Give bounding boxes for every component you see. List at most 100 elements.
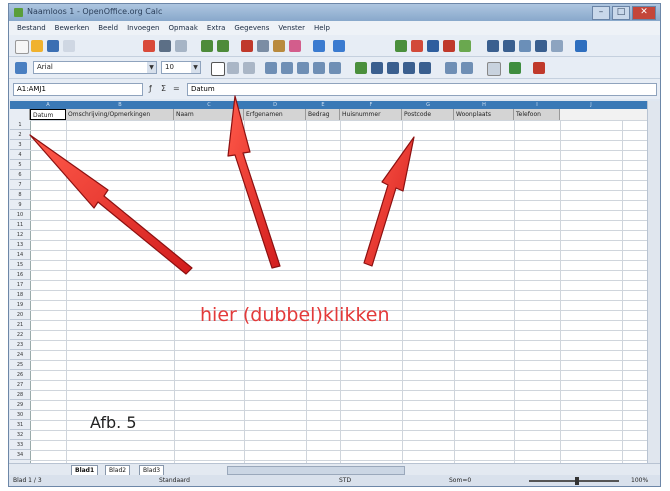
- row-number[interactable]: 1: [10, 120, 30, 130]
- column-header[interactable]: E: [306, 101, 340, 109]
- align-left-icon[interactable]: [265, 62, 277, 74]
- row-number[interactable]: 24: [10, 350, 30, 360]
- minimize-button[interactable]: –: [592, 6, 610, 20]
- percent-format-icon[interactable]: [371, 62, 383, 74]
- field-cell-huisnummer[interactable]: Huisnummer: [340, 109, 402, 120]
- column-header[interactable]: G: [402, 101, 454, 109]
- equals-icon[interactable]: =: [173, 84, 180, 93]
- menu-insert[interactable]: Invoegen: [127, 21, 159, 35]
- name-box[interactable]: A1:AMJ1: [13, 83, 143, 96]
- navigator-icon[interactable]: [503, 40, 515, 52]
- row-number[interactable]: 26: [10, 370, 30, 380]
- vertical-scrollbar[interactable]: [647, 101, 660, 463]
- draw-functions-icon[interactable]: [459, 40, 471, 52]
- cut-icon[interactable]: [241, 40, 253, 52]
- row-number[interactable]: 21: [10, 320, 30, 330]
- row-number[interactable]: 3: [10, 140, 30, 150]
- zoom-slider[interactable]: [529, 480, 619, 482]
- field-cell-naam[interactable]: Naam: [174, 109, 244, 120]
- row-number[interactable]: 33: [10, 440, 30, 450]
- column-header[interactable]: H: [454, 101, 514, 109]
- export-pdf-icon[interactable]: [143, 40, 155, 52]
- italic-icon[interactable]: [227, 62, 239, 74]
- row-number[interactable]: 22: [10, 330, 30, 340]
- align-center-icon[interactable]: [281, 62, 293, 74]
- email-icon[interactable]: [63, 40, 75, 52]
- align-right-icon[interactable]: [297, 62, 309, 74]
- borders-icon[interactable]: [487, 62, 501, 76]
- row-number[interactable]: 19: [10, 300, 30, 310]
- chevron-down-icon[interactable]: ▼: [191, 62, 200, 73]
- open-folder-icon[interactable]: [31, 40, 43, 52]
- row-number[interactable]: 25: [10, 360, 30, 370]
- close-button[interactable]: ✕: [632, 6, 656, 20]
- row-number[interactable]: 8: [10, 190, 30, 200]
- menu-file[interactable]: Bestand: [17, 21, 46, 35]
- spellcheck-icon[interactable]: [201, 40, 213, 52]
- help-icon[interactable]: [575, 40, 587, 52]
- formula-input[interactable]: Datum: [187, 83, 657, 96]
- column-header[interactable]: J: [560, 101, 622, 109]
- autospellcheck-icon[interactable]: [217, 40, 229, 52]
- sum-icon[interactable]: Σ: [161, 84, 166, 93]
- merge-cells-icon[interactable]: [329, 62, 341, 74]
- row-number[interactable]: 18: [10, 290, 30, 300]
- background-color-icon[interactable]: [509, 62, 521, 74]
- currency-format-icon[interactable]: [355, 62, 367, 74]
- decrease-indent-icon[interactable]: [445, 62, 457, 74]
- horizontal-scrollbar[interactable]: [227, 466, 405, 475]
- paste-icon[interactable]: [273, 40, 285, 52]
- menu-tools[interactable]: Extra: [207, 21, 225, 35]
- justify-icon[interactable]: [313, 62, 325, 74]
- new-document-icon[interactable]: [15, 40, 29, 54]
- row-number[interactable]: 4: [10, 150, 30, 160]
- row-number[interactable]: 16: [10, 270, 30, 280]
- status-zoom[interactable]: 100%: [631, 476, 648, 486]
- maximize-button[interactable]: □: [612, 6, 630, 20]
- row-number[interactable]: 27: [10, 380, 30, 390]
- row-number[interactable]: 34: [10, 450, 30, 460]
- row-number[interactable]: 20: [10, 310, 30, 320]
- undo-icon[interactable]: [313, 40, 325, 52]
- menu-data[interactable]: Gegevens: [234, 21, 269, 35]
- page-preview-icon[interactable]: [175, 40, 187, 52]
- field-cell-bedrag[interactable]: Bedrag: [306, 109, 340, 120]
- row-number[interactable]: 5: [10, 160, 30, 170]
- field-cell-omschrijving[interactable]: Omschrijving/Opmerkingen: [66, 109, 174, 120]
- row-number[interactable]: 12: [10, 230, 30, 240]
- font-name-combo[interactable]: Arial ▼: [33, 61, 157, 74]
- menu-view[interactable]: Beeld: [98, 21, 118, 35]
- row-number[interactable]: 29: [10, 400, 30, 410]
- underline-icon[interactable]: [243, 62, 255, 74]
- delete-decimal-icon[interactable]: [419, 62, 431, 74]
- row-number[interactable]: 23: [10, 340, 30, 350]
- menu-help[interactable]: Help: [314, 21, 330, 35]
- zoom-icon[interactable]: [551, 40, 563, 52]
- row-number[interactable]: 30: [10, 410, 30, 420]
- hyperlink-icon[interactable]: [395, 40, 407, 52]
- chart-icon[interactable]: [443, 40, 455, 52]
- add-decimal-icon[interactable]: [403, 62, 415, 74]
- row-number[interactable]: 32: [10, 430, 30, 440]
- row-number[interactable]: 31: [10, 420, 30, 430]
- styles-icon[interactable]: [15, 62, 27, 74]
- row-number[interactable]: 11: [10, 220, 30, 230]
- zoom-slider-handle[interactable]: [575, 477, 579, 485]
- field-cell-postcode[interactable]: Postcode: [402, 109, 454, 120]
- row-number[interactable]: 10: [10, 210, 30, 220]
- column-header[interactable]: D: [244, 101, 306, 109]
- standard-format-icon[interactable]: [387, 62, 399, 74]
- field-cell-telefoon[interactable]: Telefoon: [514, 109, 560, 120]
- field-cell-erfgenamen[interactable]: Erfgenamen: [244, 109, 306, 120]
- status-mode[interactable]: STD: [339, 476, 351, 486]
- row-header[interactable]: [10, 109, 30, 120]
- menu-window[interactable]: Venster: [278, 21, 305, 35]
- field-cell-woonplaats[interactable]: Woonplaats: [454, 109, 514, 120]
- column-header[interactable]: F: [340, 101, 402, 109]
- menu-format[interactable]: Opmaak: [168, 21, 197, 35]
- row-number[interactable]: 17: [10, 280, 30, 290]
- sort-ascending-icon[interactable]: [411, 40, 423, 52]
- row-number[interactable]: 13: [10, 240, 30, 250]
- row-number[interactable]: 28: [10, 390, 30, 400]
- sort-descending-icon[interactable]: [427, 40, 439, 52]
